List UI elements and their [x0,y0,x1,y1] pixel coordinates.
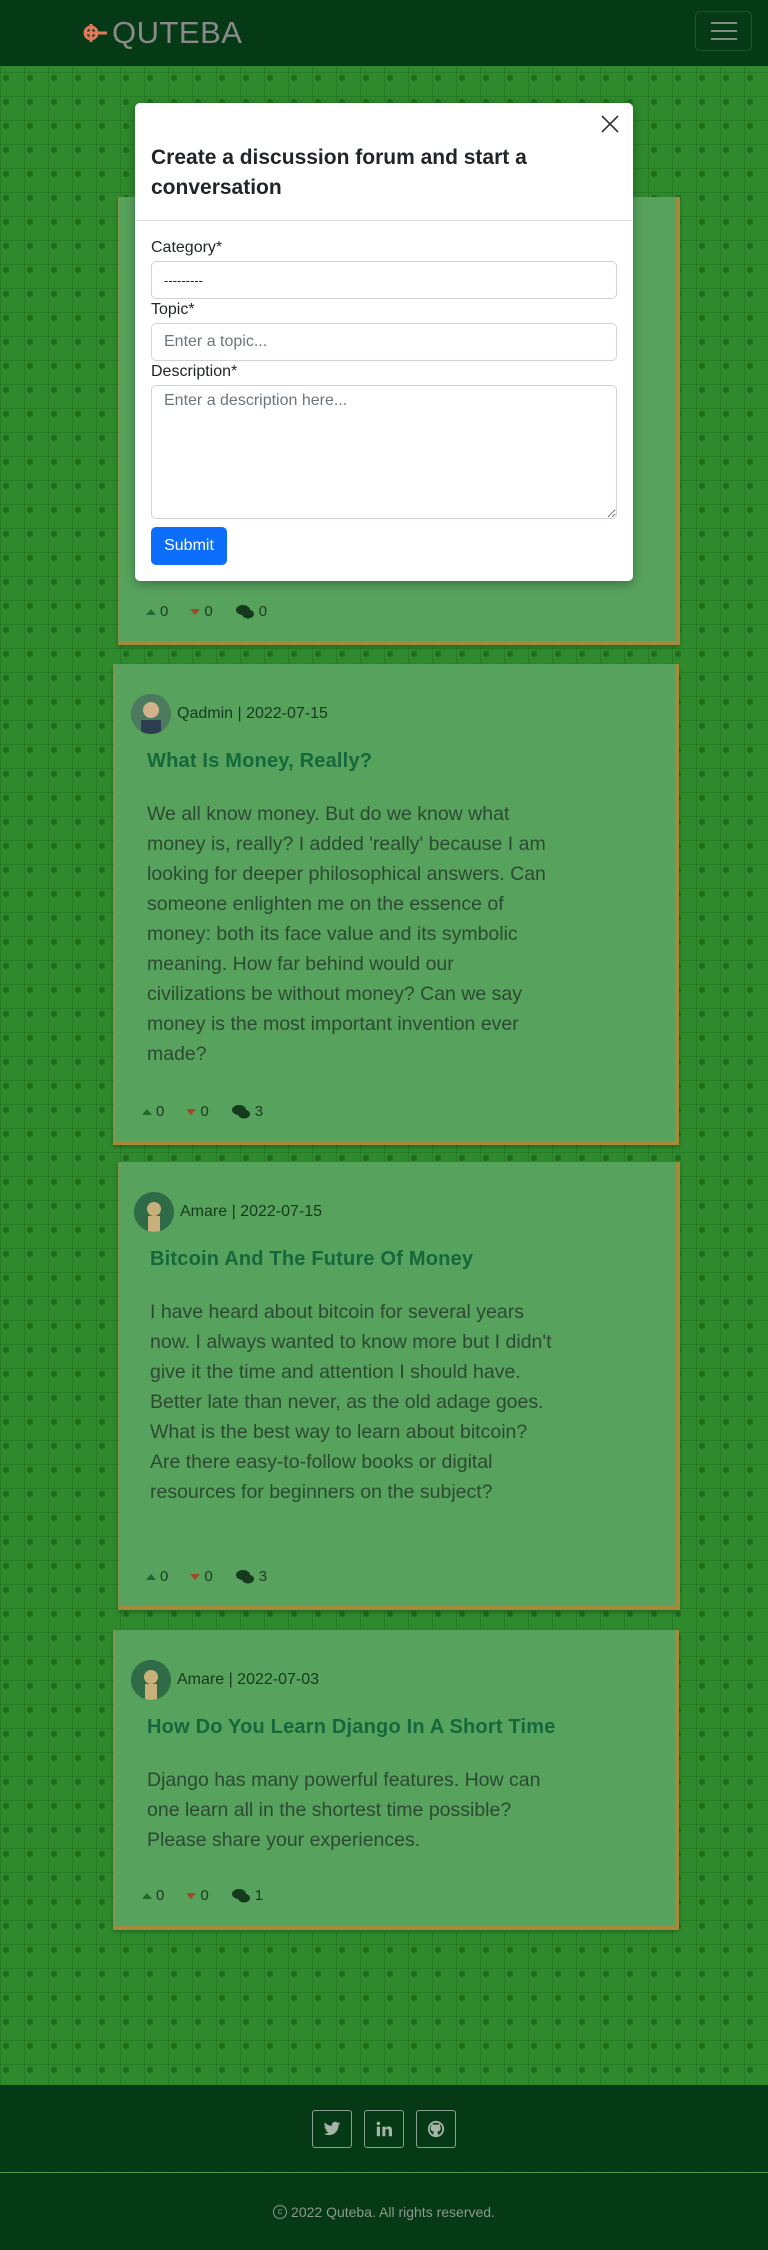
avatar[interactable] [134,1192,174,1232]
modal-divider [135,220,633,221]
copyright-icon: c [273,2204,288,2219]
post-author-date: Qadmin | 2022-07-15 [177,705,328,722]
post-meta: Qadmin | 2022-07-15 [131,694,328,734]
upvote-icon [142,1892,152,1899]
post-body: We all know money. But do we know what m… [147,803,546,1065]
avatar[interactable] [131,694,171,734]
avatar-image [131,1660,171,1700]
downvote-icon [186,1892,197,1899]
post-stats: 0 0 0 [146,603,289,620]
downvote-button[interactable]: 0 [190,603,213,620]
downvote-button[interactable]: 0 [186,1103,209,1120]
post-body: I have heard about bitcoin for several y… [150,1301,552,1503]
post-meta: Amare | 2022-07-15 [134,1192,322,1232]
linkedin-button[interactable] [364,2109,404,2148]
brand-link[interactable]: QUTEBA [80,15,242,51]
post-title[interactable]: How Do You Learn Django In A Short Time [147,1716,556,1739]
upvote-button[interactable]: 0 [142,1103,164,1120]
comments-link[interactable]: 1 [231,1887,263,1904]
footer-social [0,2085,768,2172]
upvote-icon [146,1573,156,1580]
post-stats: 0 0 1 [142,1887,285,1904]
twitter-button[interactable] [312,2109,352,2148]
brand-logo-icon [83,24,107,42]
brand-name: QUTEBA [112,15,243,50]
submit-button[interactable]: Submit [151,527,227,565]
linkedin-icon [376,2121,392,2136]
category-select[interactable]: --------- [151,261,617,299]
description-textarea[interactable] [151,385,617,519]
avatar-image [134,1192,174,1232]
hamburger-menu-icon[interactable] [695,11,752,51]
post-title[interactable]: Bitcoin And The Future Of Money [150,1248,473,1271]
github-button[interactable] [416,2109,456,2148]
comments-icon [235,604,254,618]
upvote-icon [142,1108,152,1115]
downvote-icon [190,608,201,615]
comments-icon [235,1569,254,1583]
comments-icon [231,1104,250,1118]
avatar[interactable] [131,1660,171,1700]
post-author-date: Amare | 2022-07-15 [180,1203,323,1220]
comments-link[interactable]: 0 [235,603,267,620]
post-meta: Amare | 2022-07-03 [131,1660,319,1700]
downvote-button[interactable]: 0 [186,1887,209,1904]
footer-copyright: c 2022 Quteba. All rights reserved. [0,2173,768,2250]
avatar-image [131,694,171,734]
downvote-icon [186,1108,197,1115]
modal-title: Create a discussion forum and start a co… [151,146,527,199]
copyright-text: 2022 Quteba. All rights reserved. [291,2203,495,2220]
create-forum-modal: Create a discussion forum and start a co… [135,103,633,581]
downvote-button[interactable]: 0 [190,1568,213,1585]
close-icon[interactable] [599,113,621,135]
post-body: Django has many powerful features. How c… [147,1769,541,1851]
github-icon [427,2120,445,2137]
post-card: Amare | 2022-07-03 How Do You Learn Djan… [113,1630,679,1930]
navbar: QUTEBA [0,0,768,66]
post-stats: 0 0 3 [142,1103,285,1120]
upvote-button[interactable]: 0 [146,1568,168,1585]
post-card: Qadmin | 2022-07-15 What Is Money, Reall… [113,664,679,1145]
post-card: Amare | 2022-07-15 Bitcoin And The Futur… [118,1162,680,1610]
description-label: Description* [151,363,238,380]
downvote-icon [190,1573,201,1580]
category-label: Category* [151,239,223,256]
comments-link[interactable]: 3 [235,1568,267,1585]
comments-icon [231,1888,250,1902]
post-stats: 0 0 3 [146,1568,289,1585]
upvote-button[interactable]: 0 [146,603,168,620]
upvote-button[interactable]: 0 [142,1887,164,1904]
topic-label: Topic* [151,301,195,318]
twitter-icon [323,2121,341,2135]
upvote-icon [146,608,156,615]
comments-link[interactable]: 3 [231,1103,263,1120]
topic-input[interactable] [151,323,617,361]
post-author-date: Amare | 2022-07-03 [177,1671,320,1688]
post-title[interactable]: What Is Money, Really? [147,750,372,773]
